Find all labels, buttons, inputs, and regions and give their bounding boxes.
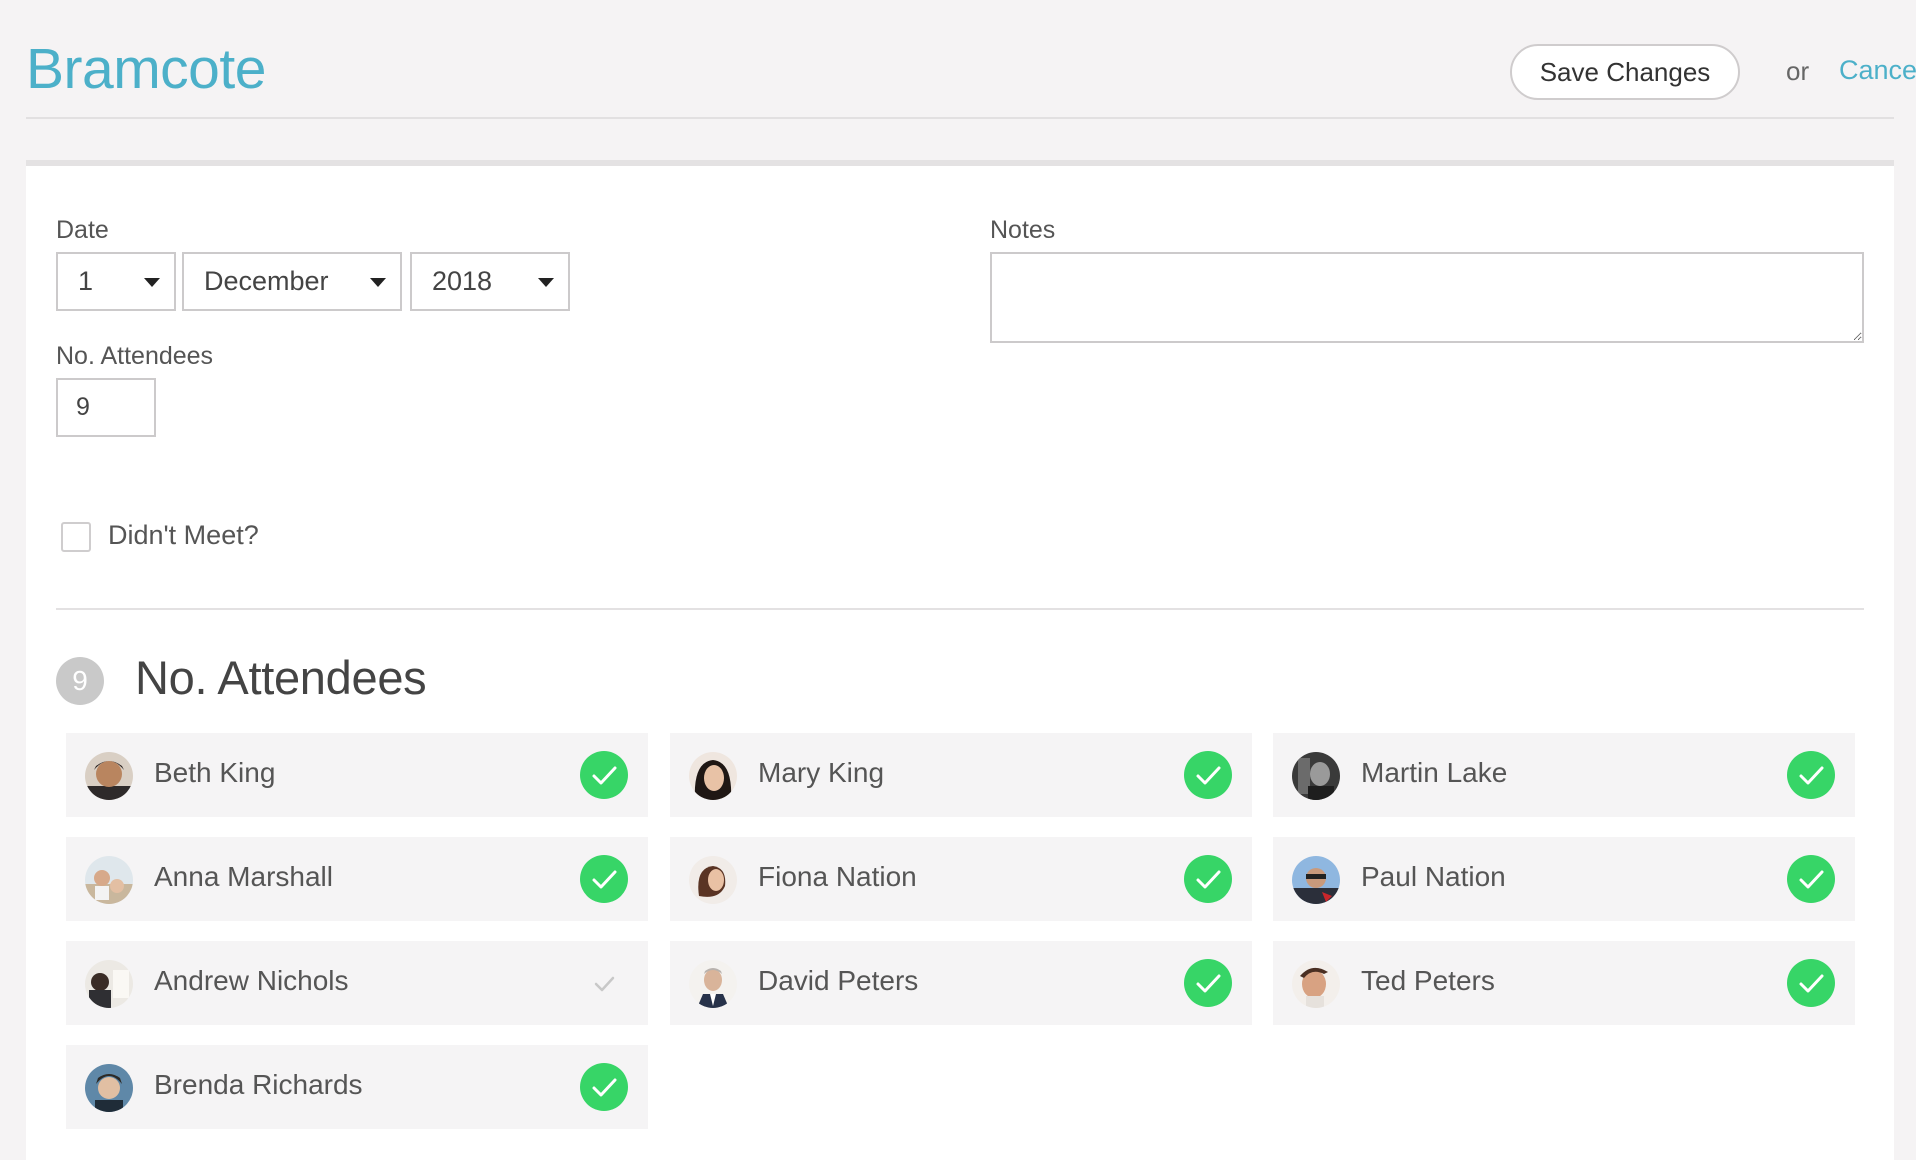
attendee-name: Andrew Nichols [154,965,349,996]
attendee-card[interactable]: Anna Marshall [66,837,648,921]
attendee-card[interactable]: Ted Peters [1273,941,1855,1025]
attendee-name: Beth King [154,757,276,788]
attendee-card[interactable]: Andrew Nichols [66,941,648,1025]
present-check-icon[interactable] [1787,855,1835,903]
page-header: Bramcote Save Changes or Cancel [26,0,1916,119]
caret-down-icon [538,278,554,287]
page-title: Bramcote [26,37,266,101]
date-label: Date [56,216,109,244]
day-select-value: 1 [78,266,94,296]
save-changes-button[interactable]: Save Changes [1510,44,1740,100]
present-check-icon[interactable] [1184,751,1232,799]
present-check-icon[interactable] [580,751,628,799]
attendee-card[interactable]: Fiona Nation [670,837,1252,921]
attendee-name: Fiona Nation [758,861,917,892]
attendance-form-panel: Date 1 December 2018 Notes No. Attendees… [26,160,1894,1160]
attendee-name: Mary King [758,757,885,788]
month-select[interactable]: December [182,252,402,311]
attendee-name: Martin Lake [1361,757,1508,788]
avatar [689,752,737,800]
attendees-section-title: No. Attendees [135,651,427,704]
present-check-icon[interactable] [580,855,628,903]
present-check-icon[interactable] [1787,751,1835,799]
didnt-meet-checkbox[interactable] [61,522,91,552]
section-divider [56,608,1864,610]
present-check-icon[interactable] [1787,959,1835,1007]
attendee-name: Paul Nation [1361,861,1506,892]
avatar [85,752,133,800]
avatar [1292,752,1340,800]
didnt-meet-label: Didn't Meet? [108,520,259,550]
attendee-count-badge: 9 [56,657,104,705]
present-check-icon[interactable] [1184,855,1232,903]
attendee-card[interactable]: Beth King [66,733,648,817]
attendee-card[interactable]: Martin Lake [1273,733,1855,817]
day-select[interactable]: 1 [56,252,176,311]
attendee-name: Anna Marshall [154,861,333,892]
attendees-count-label: No. Attendees [56,342,214,370]
cancel-link[interactable]: Cancel [1839,55,1916,86]
attendees-count-input[interactable] [56,378,156,437]
notes-label: Notes [990,216,1056,244]
notes-textarea[interactable] [990,252,1864,343]
year-select-value: 2018 [432,266,493,296]
avatar [85,960,133,1008]
avatar [85,1064,133,1112]
caret-down-icon [370,278,386,287]
or-text: or [1786,56,1810,86]
avatar [689,856,737,904]
avatar [85,856,133,904]
attendee-name: David Peters [758,965,919,996]
caret-down-icon [144,278,160,287]
attendee-card[interactable]: Mary King [670,733,1252,817]
present-check-icon[interactable] [1184,959,1232,1007]
absent-check-icon[interactable] [580,959,628,1007]
attendee-card[interactable]: Brenda Richards [66,1045,648,1129]
avatar [689,960,737,1008]
attendee-name: Ted Peters [1361,965,1495,996]
year-select[interactable]: 2018 [410,252,570,311]
attendee-card[interactable]: David Peters [670,941,1252,1025]
avatar [1292,960,1340,1008]
month-select-value: December [204,266,329,296]
attendee-card[interactable]: Paul Nation [1273,837,1855,921]
avatar [1292,856,1340,904]
attendee-name: Brenda Richards [154,1069,363,1100]
present-check-icon[interactable] [580,1063,628,1111]
